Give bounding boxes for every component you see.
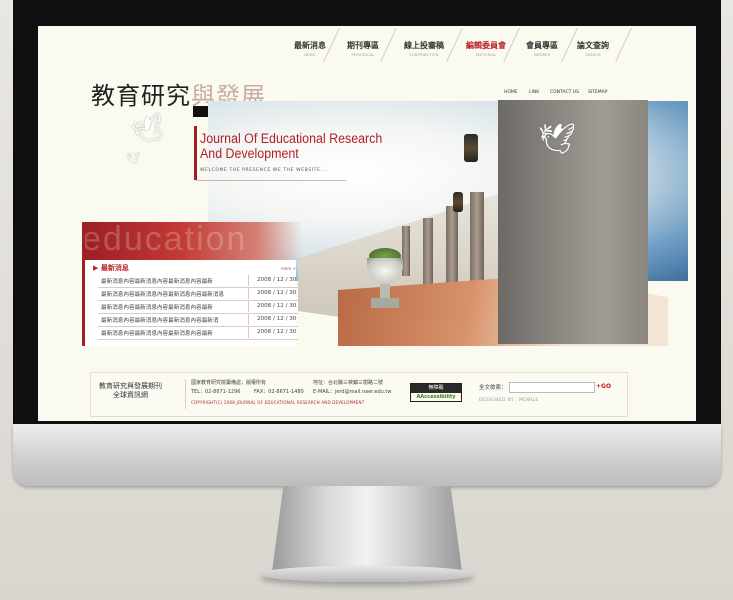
news-item-text: 最新消息內容最新消息內容最新消息內容最新 [101,305,213,311]
nav-member[interactable]: 會員專區 MEMBER [522,32,562,62]
news-divider [248,301,249,312]
nav-sublabel: CONTRIBUTION [409,53,439,57]
education-word: education [82,220,248,258]
banner-column [423,218,433,288]
journal-title: Journal Of Educational Research And Deve… [200,131,383,161]
nav-label: 線上投審稿 [404,41,444,50]
search-input[interactable] [509,382,595,393]
site-footer: 教育研究與發展期刊 全球資訊網 國家教育研究院籌備處，版權所有 地址：台北縣三峽… [90,372,628,417]
news-divider [248,288,249,299]
nav-label: 編輯委員會 [466,41,506,50]
news-item-text: 最新消息內容最新消息內容最新消息內容最新 [101,279,213,285]
nav-divider [446,28,463,62]
nav-sublabel: SEARCH [585,53,601,57]
website-screen: 最新消息 NEWS 期刊專區 PERIODICAL 線上投審稿 CONTRIBU… [38,26,696,421]
news-title-text: 最新消息 [100,264,129,272]
lamp-icon [464,134,478,162]
news-item-date: 2008 / 12 / 30 [257,316,297,322]
monitor-stand [272,486,462,572]
lamp-icon [453,192,463,212]
footer-divider [185,379,186,409]
nav-label: 論文查詢 [577,41,609,50]
news-item[interactable]: 最新消息內容最新消息內容最新消息內容最新消 2008 / 12 / 30 [98,314,298,327]
nav-contribution[interactable]: 線上投審稿 CONTRIBUTION [400,32,448,62]
dove-icon: 🕊 [538,122,577,157]
nav-sublabel: MEMBER [533,53,551,57]
dove-icon: 🕊 [126,152,140,165]
news-item-date: 2008 / 12 / 30 [257,277,297,283]
news-item[interactable]: 最新消息內容最新消息內容最新消息內容最新 2008 / 12 / 30 [98,275,298,288]
nav-label: 最新消息 [294,41,326,50]
footer-email[interactable]: E-MAIL：jerd@mail.naer.edu.tw [313,388,391,395]
footer-site-name: 教育研究與發展期刊 全球資訊網 [99,382,162,400]
journal-title-line2: And Development [200,145,299,161]
news-item-date: 2008 / 12 / 30 [257,329,297,335]
footer-copyright: COPYRIGHT(C) 2008 JOURNAL OF EDUCATIONAL… [191,400,365,405]
accessibility-badge[interactable]: 無障礙 AAccessibility [410,383,462,402]
news-item-text: 最新消息內容最新消息內容最新消息內容最新消息 [101,292,225,298]
footer-site-line1: 教育研究與發展期刊 [99,382,162,390]
urn-planter-image [365,248,405,316]
dove-icon: 🕊 [128,111,171,151]
footer-site-line2: 全球資訊網 [113,391,148,399]
monitor-base [260,566,474,582]
welcome-rule [196,180,346,181]
journal-accent-bar [194,126,197,180]
search-go-button[interactable]: +GO [596,383,611,390]
util-link-link[interactable]: LINK [529,90,539,95]
search-label: 全文檢索： [479,385,507,391]
news-divider [248,275,249,286]
nav-sublabel: NEWS [304,53,316,57]
nav-label: 期刊專區 [347,41,379,50]
nav-news[interactable]: 最新消息 NEWS [290,32,330,62]
news-item-date: 2008 / 12 / 30 [257,303,297,309]
nav-editorial[interactable]: 編輯委員會 EDITORIAL [464,32,508,62]
a11y-badge-top: 無障礙 [411,384,461,393]
a11y-badge-bottom: AAccessibility [416,394,456,400]
footer-tel: TEL：02-8671-1296 [191,389,241,395]
news-item-text: 最新消息內容最新消息內容最新消息內容最新消 [101,318,219,324]
nav-search[interactable]: 論文查詢 SEARCH [573,32,613,62]
footer-fax: FAX：02-8671-1480 [254,389,304,395]
footer-address: 地址：台北縣三峽鎮三樹路二號 [313,380,384,386]
journal-title-line1: Journal Of Educational Research [200,131,383,146]
util-link-home[interactable]: HOME [504,90,518,95]
nav-label: 會員專區 [526,41,558,50]
logo-title-main: 教育研究 [91,82,191,110]
footer-org: 國家教育研究院籌備處，版權所有 [191,380,267,386]
news-section-title: ▶ 最新消息 [93,264,129,272]
news-accent-bar [82,222,85,346]
news-item-text: 最新消息內容最新消息內容最新消息內容最新 [101,331,213,337]
news-item[interactable]: 最新消息內容最新消息內容最新消息內容最新 2008 / 12 / 30 [98,301,298,314]
nav-sublabel: PERIODICAL [351,53,375,57]
monitor-chin [13,424,721,486]
news-more-link[interactable]: more + [281,266,296,271]
nav-periodical[interactable]: 期刊專區 PERIODICAL [343,32,383,62]
news-divider [248,314,249,325]
news-item[interactable]: 最新消息內容最新消息內容最新消息內容最新 2008 / 12 / 30 [98,327,298,340]
footer-designed-by: DESIGNED BY：MOBILE [479,398,539,403]
news-item-date: 2008 / 12 / 30 [257,290,297,296]
util-link-contact[interactable]: CONTACT US [550,90,579,95]
welcome-text: WELCOME THE PRESENCE WE THE WEBSITE.... [200,168,329,173]
util-link-sitemap[interactable]: SITEMAP [588,90,607,95]
nav-sublabel: EDITORIAL [475,53,497,57]
news-item[interactable]: 最新消息內容最新消息內容最新消息內容最新消息 2008 / 12 / 30 [98,288,298,301]
nav-divider [615,28,632,62]
news-divider [248,327,249,338]
